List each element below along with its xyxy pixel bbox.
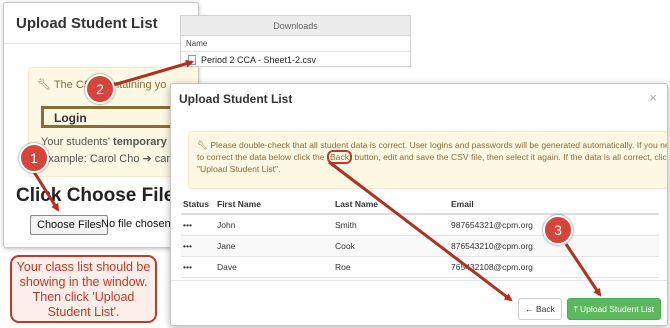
callout-3: 3 bbox=[543, 215, 573, 245]
wrench-icon: 🔧︎ bbox=[197, 140, 208, 150]
downloads-window: Downloads Name Period 2 CCA - Sheet1-2.c… bbox=[180, 15, 411, 67]
dialog-title: Upload Student List bbox=[179, 92, 293, 106]
status-header: Status bbox=[183, 199, 209, 209]
last-name-cell: Cook bbox=[335, 241, 355, 251]
last-name-header: Last Name bbox=[335, 199, 378, 209]
first-name-cell: Jane bbox=[217, 241, 236, 251]
arrow-right-icon: ➔ bbox=[142, 153, 152, 165]
last-name-cell: Smith bbox=[335, 220, 357, 230]
status-cell: ••• bbox=[183, 262, 192, 272]
alert-line: Your students' temporary pas bbox=[41, 136, 188, 148]
student-table: Status First Name Last Name Email ••• Jo… bbox=[181, 194, 659, 278]
downloads-title: Downloads bbox=[181, 16, 410, 36]
table-row: ••• Dave Roe 765432108@cpm.org bbox=[181, 257, 659, 278]
callout-2: 2 bbox=[85, 74, 115, 104]
last-name-cell: Roe bbox=[335, 262, 351, 272]
email-header: Email bbox=[451, 199, 474, 209]
upload-dialog: Upload Student List × 🔧︎ Please double-c… bbox=[170, 83, 668, 326]
file-icon bbox=[188, 55, 196, 65]
callout-1: 1 bbox=[19, 143, 49, 173]
name-column-header: Name bbox=[181, 36, 410, 52]
table-row: ••• Jane Cook 876543210@cpm.org bbox=[181, 236, 659, 257]
dialog-title: Upload Student List bbox=[4, 3, 198, 44]
no-file-chosen-text: No file chosen bbox=[101, 218, 171, 230]
email-cell: 876543210@cpm.org bbox=[451, 241, 533, 251]
upload-icon: ⤒ bbox=[573, 304, 578, 314]
first-name-cell: Dave bbox=[217, 262, 237, 272]
first-name-header: First Name bbox=[217, 199, 261, 209]
email-cell: 987654321@cpm.org bbox=[451, 220, 533, 230]
wrench-icon: 🔧︎ bbox=[37, 79, 51, 91]
status-cell: ••• bbox=[183, 241, 192, 251]
arrow-left-icon: ← bbox=[525, 304, 534, 314]
back-highlight: Back bbox=[326, 150, 353, 164]
alert-line: to correct the data below click the Back… bbox=[197, 150, 668, 164]
alert-line: 🔧︎ Please double-check that all student … bbox=[197, 140, 668, 150]
table-header: Status First Name Last Name Email bbox=[181, 194, 659, 215]
upload-student-list-button[interactable]: ⤒ Upload Student List bbox=[567, 298, 661, 320]
first-name-cell: John bbox=[217, 220, 236, 230]
alert-line: "Upload Student List". bbox=[197, 164, 281, 174]
choose-files-button[interactable]: Choose Files bbox=[30, 215, 109, 235]
status-cell: ••• bbox=[183, 220, 192, 230]
verify-alert: 🔧︎ Please double-check that all student … bbox=[188, 131, 668, 189]
email-cell: 765432108@cpm.org bbox=[451, 262, 533, 272]
instruction-note: Your class list should be showing in the… bbox=[10, 255, 157, 323]
download-file-item[interactable]: Period 2 CCA - Sheet1-2.csv bbox=[181, 52, 410, 66]
table-row: ••• John Smith 987654321@cpm.org bbox=[181, 215, 659, 236]
back-button[interactable]: ← Back bbox=[518, 298, 562, 320]
close-icon[interactable]: × bbox=[649, 90, 657, 105]
alert-line: Example: Carol Cho ➔ carolch bbox=[41, 153, 190, 165]
footer-divider bbox=[171, 280, 667, 281]
file-name: Period 2 CCA - Sheet1-2.csv bbox=[201, 55, 317, 65]
